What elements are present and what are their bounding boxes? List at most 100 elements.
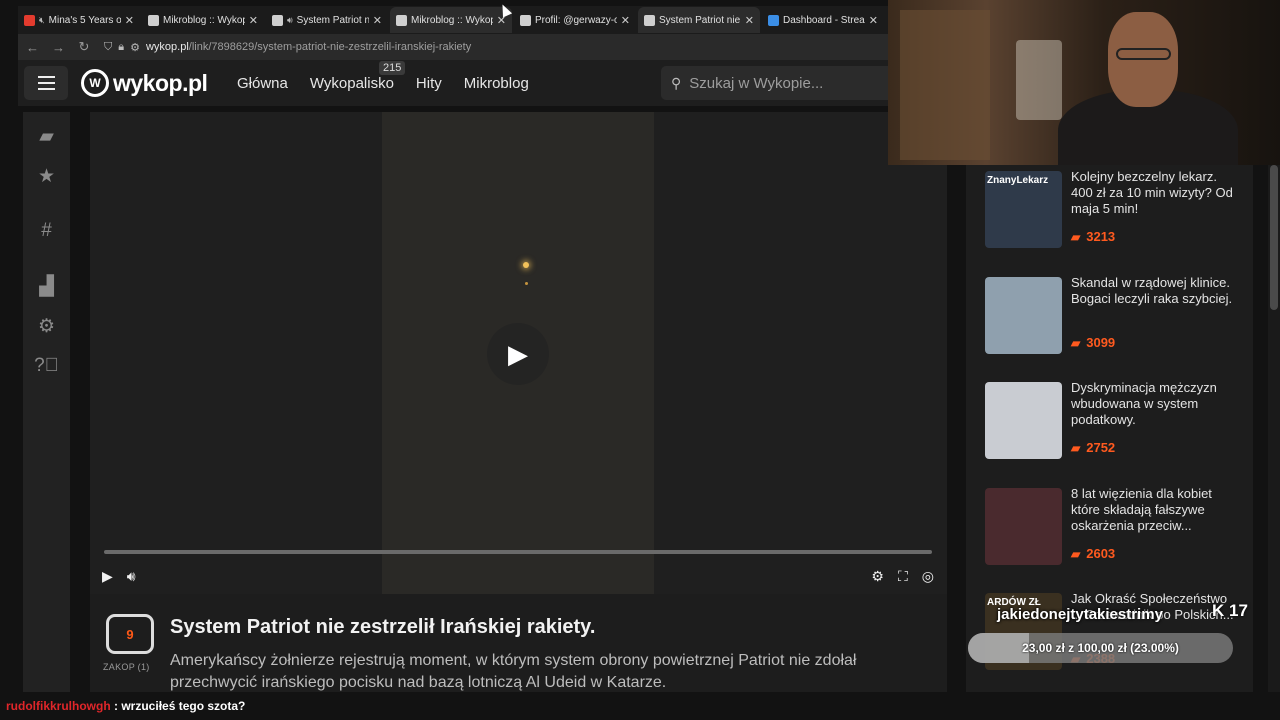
wykop-icon: ▰ <box>1071 546 1081 561</box>
tab-title: System Patriot nie <box>296 14 369 26</box>
search-icon: ⚲ <box>671 74 682 91</box>
browser-tab[interactable]: 🔊︎System Patriot nie ✕ <box>266 7 388 33</box>
tab-title: Mikroblog :: Wykop <box>411 14 493 26</box>
address-bar: ← → ↻ ⛉ 🔒︎ ⚙ wykop.pl/link/7898629/syste… <box>18 34 888 60</box>
close-tab-icon[interactable]: ✕ <box>249 14 258 27</box>
shield-icon: ⛉ <box>104 40 113 53</box>
related-thumbnail[interactable] <box>985 488 1062 565</box>
wykop-icon <box>644 14 655 26</box>
chat-message: rudolfikkrulhowgh : wrzuciłeś tego szota… <box>6 699 245 713</box>
related-title[interactable]: 8 lat więzienia dla kobiet które składaj… <box>1071 486 1241 534</box>
wykop-icon <box>396 14 407 26</box>
vote-count: 2603 <box>1086 546 1116 561</box>
related-link-card[interactable]: Skandal w rządowej klinice. Bogaci leczy… <box>985 273 1245 363</box>
related-votes: ▰ 3099 <box>1071 335 1115 350</box>
logo-text: wykop.pl <box>113 69 208 96</box>
browser-tab[interactable]: System Patriot nie ze ✕ <box>638 7 760 33</box>
wykop-icon <box>148 14 159 26</box>
close-tab-icon[interactable]: ✕ <box>745 14 754 27</box>
wykop-icon: ▰ <box>1071 440 1081 455</box>
nav-wykopalisko[interactable]: Wykopalisko <box>310 75 394 92</box>
vote-count: 3213 <box>1086 229 1116 244</box>
hamburger-menu-button[interactable] <box>24 66 68 100</box>
site-logo[interactable]: W wykop.pl <box>81 69 208 97</box>
hashtag-icon[interactable]: # <box>23 211 70 251</box>
play-icon[interactable]: ▶ <box>102 568 113 585</box>
back-icon[interactable]: ← <box>26 40 39 55</box>
ranking-icon[interactable]: ▟ <box>23 266 70 306</box>
related-votes: ▰ 2752 <box>1071 440 1115 455</box>
related-thumbnail[interactable] <box>985 277 1062 354</box>
left-sidebar: ▰ ★ # ▟ ⚙ ?⃝ <box>23 112 70 692</box>
related-link-card[interactable]: ZnanyLekarz Kolejny bezczelny lekarz. 400… <box>985 167 1245 257</box>
wykop-icon: ▰ <box>1071 229 1081 244</box>
play-overlay-button[interactable]: ▶ <box>487 323 549 385</box>
fullscreen-icon[interactable]: ⛶ <box>898 568 908 585</box>
webcam-overlay <box>888 0 1280 165</box>
close-tab-icon[interactable]: ✕ <box>621 14 630 27</box>
missile-light <box>523 262 529 268</box>
badge-icon[interactable]: ⚙ <box>23 306 70 346</box>
browser-tab[interactable]: 🔇︎ Mina's 5 Years of ✕ <box>18 7 140 33</box>
article-title[interactable]: System Patriot nie zestrzelił Irańskiej … <box>170 616 595 639</box>
ambient-mode-icon[interactable]: ◎ <box>922 568 934 585</box>
tab-title: System Patriot nie ze <box>659 14 741 26</box>
zakop-button[interactable]: ZAKOP (1) <box>103 662 150 672</box>
scrollbar-thumb[interactable] <box>1270 165 1278 310</box>
nav-mikroblog[interactable]: Mikroblog <box>464 75 529 92</box>
vote-count: 3099 <box>1086 335 1116 350</box>
video-player[interactable]: ▶ ▶ 🔊︎ ⚙ ⛶ ◎ <box>90 112 947 594</box>
nav-hity[interactable]: Hity <box>416 75 442 92</box>
related-thumbnail[interactable]: ZnanyLekarz <box>985 171 1062 248</box>
article-description: Amerykańscy żołnierze rejestrują moment,… <box>170 652 857 691</box>
browser-tab[interactable]: Mikroblog :: Wykop ✕ <box>390 7 512 33</box>
related-thumbnail[interactable] <box>985 382 1062 459</box>
wykop-icon[interactable]: ▰ <box>23 116 70 156</box>
browser-tab[interactable]: Dashboard - Stream ✕ <box>762 7 884 33</box>
nav-glowna[interactable]: Główna <box>237 75 288 92</box>
mute-icon[interactable]: 🔇︎ <box>39 15 45 26</box>
donation-progress-bar: 23,00 zł z 100,00 zł (23.00%) <box>968 633 1233 663</box>
related-votes: ▰ 2603 <box>1071 546 1115 561</box>
missile-light-small <box>525 282 528 285</box>
reload-icon[interactable]: ↻ <box>78 39 90 55</box>
video-progress-bar[interactable] <box>104 550 932 554</box>
settings-gear-icon[interactable]: ⚙ <box>871 568 884 585</box>
wykopalisko-count-badge: 215 <box>379 61 406 75</box>
help-icon[interactable]: ?⃝ <box>23 346 70 386</box>
close-tab-icon[interactable]: ✕ <box>125 14 134 27</box>
donation-progress-text: 23,00 zł z 100,00 zł (23.00%) <box>1022 641 1179 655</box>
site-settings-icon: ⚙ <box>130 41 140 54</box>
video-controls: ▶ 🔊︎ ⚙ ⛶ ◎ <box>102 566 934 586</box>
speaker-icon[interactable]: 🔊︎ <box>287 15 293 26</box>
browser-tab-strip: 🔇︎ Mina's 5 Years of ✕ Mikroblog :: Wykop ✕ 🔊… <box>18 6 888 34</box>
chat-username: rudolfikkrulhowgh <box>6 699 111 713</box>
close-tab-icon[interactable]: ✕ <box>869 14 878 27</box>
forward-icon[interactable]: → <box>52 40 65 55</box>
browser-tab[interactable]: Profil: @gerwazy-ok ✕ <box>514 7 636 33</box>
related-title[interactable]: Kolejny bezczelny lekarz. 400 zł za 10 m… <box>1071 169 1241 217</box>
close-tab-icon[interactable]: ✕ <box>373 14 382 27</box>
browser-tab[interactable]: Mikroblog :: Wykop ✕ <box>142 7 264 33</box>
tab-title: Profil: @gerwazy-ok <box>535 14 617 26</box>
search-input[interactable]: ⚲ Szukaj w Wykopie... <box>661 66 888 100</box>
related-title[interactable]: Dyskryminacja mężczyzn wbudowana w syste… <box>1071 380 1241 428</box>
related-link-card[interactable]: 8 lat więzienia dla kobiet które składaj… <box>985 484 1245 574</box>
tab-title: Mikroblog :: Wykop <box>163 14 245 26</box>
star-icon[interactable]: ★ <box>23 156 70 196</box>
chat-text: : wrzuciłeś tego szota? <box>114 699 246 713</box>
wykop-icon <box>520 14 531 26</box>
related-link-card[interactable]: Dyskryminacja mężczyzn wbudowana w syste… <box>985 378 1245 468</box>
search-placeholder: Szukaj w Wykopie... <box>689 74 824 92</box>
vote-count-button[interactable]: 9 <box>106 614 154 654</box>
lock-icon: 🔒︎ <box>118 40 125 53</box>
vote-count: 2752 <box>1086 440 1116 455</box>
related-title[interactable]: Skandal w rządowej klinice. Bogaci leczy… <box>1071 275 1241 307</box>
volume-icon[interactable]: 🔊︎ <box>127 568 136 585</box>
wykop-icon <box>272 14 283 26</box>
youtube-icon <box>24 14 35 26</box>
main-nav: Główna Wykopalisko Hity Mikroblog <box>237 75 529 92</box>
url-field[interactable]: ⛉ 🔒︎ ⚙ wykop.pl/link/7898629/system-patr… <box>104 41 471 54</box>
wykop-logo-icon: W <box>81 69 109 97</box>
tab-title: Mina's 5 Years of <box>48 14 121 26</box>
